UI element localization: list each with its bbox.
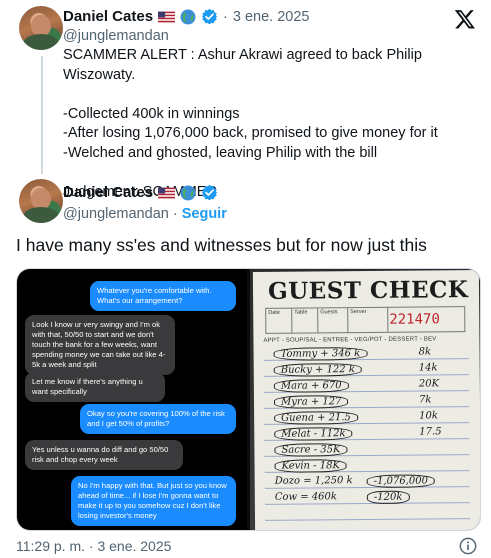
header-server: Server: [348, 307, 389, 333]
guest-check-photo[interactable]: GUEST CHECK Date Table Guests Server 221…: [250, 269, 480, 530]
check-entry-amount: 14k: [418, 362, 438, 374]
main-author-row: Daniel Cates: [63, 184, 218, 201]
globe-icon: [180, 9, 196, 24]
tweet-timestamp[interactable]: 11:29 p. m. · 3 ene. 2025: [16, 538, 171, 554]
main-tweet-text: I have many ss'es and witnesses but for …: [16, 235, 427, 255]
us-flag-icon: [158, 187, 176, 198]
globe-icon: [180, 185, 196, 200]
chat-bubble-outgoing: Okay so you're covering 100% of the risk…: [80, 404, 236, 434]
quoted-handle[interactable]: @junglemandan: [63, 28, 169, 44]
main-handle-row: @junglemandan · Seguir: [63, 206, 227, 222]
main-handle[interactable]: @junglemandan: [63, 206, 169, 222]
check-entry-amount: 17.5: [419, 426, 442, 438]
guest-check-columns: APPT - SOUP/SAL - ENTREE - VEG/POT - DES…: [263, 336, 437, 344]
chat-screenshot[interactable]: Whatever you're comfortable with. What's…: [17, 269, 247, 530]
check-entry: Sacre - 35K: [274, 443, 348, 457]
quoted-author-avatar[interactable]: [19, 6, 63, 50]
quoted-line: -Collected 400k in winnings: [63, 105, 240, 122]
chat-bubble-incoming: Yes unless u wanna do diff and go 50/50 …: [25, 440, 183, 470]
guest-check-title: GUEST CHECK: [267, 276, 469, 305]
check-entry-amount: 7k: [418, 394, 432, 406]
quoted-author-row: Daniel Cates · 3 ene. 2025: [63, 8, 310, 25]
header-table: Table: [292, 308, 319, 333]
main-author-name[interactable]: Daniel Cates: [63, 184, 153, 201]
chat-bubble-incoming: Let me know if there's anything u want s…: [25, 372, 165, 402]
check-entry-amount: -120k: [366, 490, 410, 505]
check-entry-amount: -1,076,000: [366, 474, 436, 489]
x-logo-icon[interactable]: [454, 8, 476, 30]
quoted-line: SCAMMER ALERT : Ashur Akrawi agreed to b…: [63, 47, 422, 83]
chat-bubble-outgoing: Whatever you're comfortable with. What's…: [90, 281, 236, 311]
chat-bubble-incoming: Look I know ur very swingy and I'm ok wi…: [25, 315, 175, 375]
check-entry: Myra + 127: [273, 395, 349, 409]
check-entry: Cow = 460k: [274, 491, 337, 503]
check-entry: Kevin - 18K: [274, 459, 347, 473]
main-handle-separator: ·: [172, 206, 178, 222]
check-entry-amount: 20K: [418, 378, 440, 390]
check-entry: Guena + 21.5: [274, 411, 358, 425]
check-entry: Mara + 670: [273, 379, 349, 393]
quoted-author-name[interactable]: Daniel Cates: [63, 8, 153, 25]
quoted-line: [63, 85, 473, 105]
quoted-tweet-body: SCAMMER ALERT : Ashur Akrawi agreed to b…: [63, 46, 473, 202]
header-date: Date: [266, 308, 293, 333]
quoted-line: -After losing 1,076,000 back, promised t…: [63, 125, 438, 141]
quoted-line: [63, 163, 473, 183]
check-entry-amount: 8k: [418, 346, 432, 358]
verified-badge-icon: [201, 184, 218, 201]
check-entry-amount: 10k: [419, 410, 438, 422]
chat-bubble-outgoing: No I'm happy with that. But just so you …: [71, 476, 236, 526]
main-author-avatar[interactable]: [19, 179, 63, 223]
guest-check-paper: GUEST CHECK Date Table Guests Server 221…: [252, 270, 480, 530]
check-entry: Melat - 112k: [274, 427, 353, 441]
thread-connector-line: [41, 56, 43, 174]
header-guests: Guests: [318, 308, 349, 333]
tweet-media[interactable]: Whatever you're comfortable with. What's…: [16, 268, 481, 531]
verified-badge-icon: [201, 8, 218, 25]
quoted-line: -Welched and ghosted, leaving Philip wit…: [63, 144, 378, 161]
follow-button[interactable]: Seguir: [182, 206, 227, 222]
info-icon[interactable]: [459, 537, 477, 555]
quoted-separator: ·: [223, 8, 228, 25]
check-entry: Bucky + 122 k: [273, 363, 362, 377]
quoted-date[interactable]: 3 ene. 2025: [233, 9, 310, 25]
us-flag-icon: [158, 11, 176, 22]
check-entry: Tommy + 346 k: [273, 346, 368, 361]
check-entry: Dozo = 1,250 k: [274, 475, 353, 487]
guest-check-number: 221470: [389, 311, 440, 328]
